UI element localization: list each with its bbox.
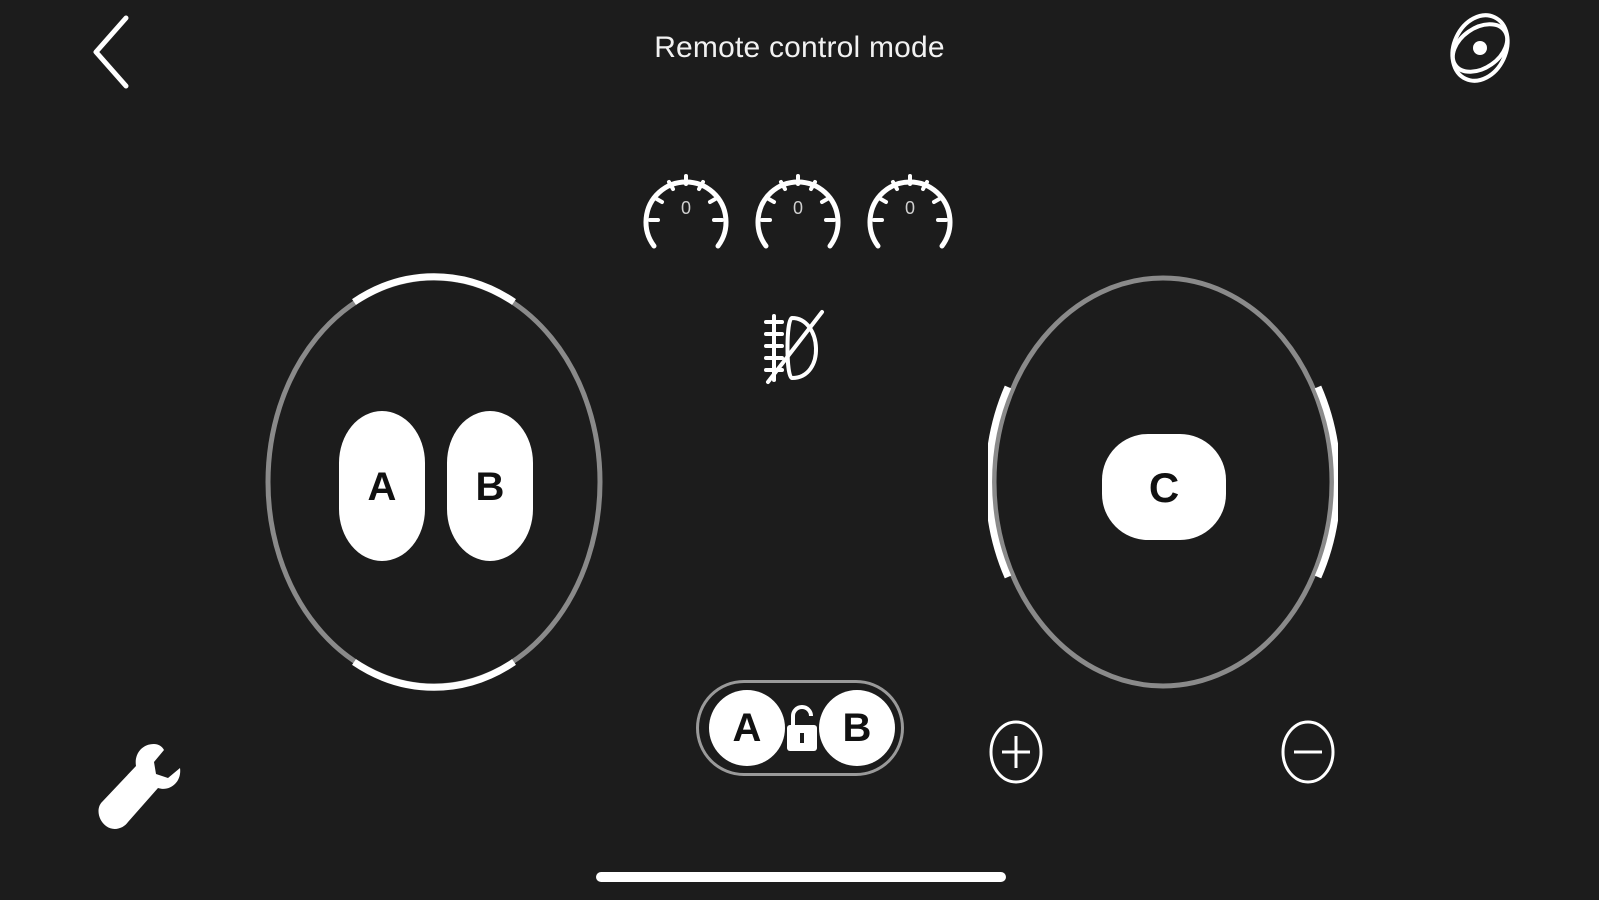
lock-label-a: A: [709, 690, 785, 766]
page-title: Remote control mode: [654, 31, 945, 64]
button-c[interactable]: C: [1102, 434, 1226, 540]
lock-label-b: B: [819, 690, 895, 766]
gauge-value: 0: [904, 198, 915, 218]
button-b[interactable]: B: [447, 411, 533, 561]
left-joystick-ring[interactable]: [262, 272, 606, 692]
ab-lock-toggle[interactable]: A B: [696, 680, 904, 776]
home-indicator[interactable]: [596, 872, 1006, 882]
increase-button[interactable]: [988, 718, 1044, 786]
gauge-row: 0 0 0: [636, 160, 966, 260]
gauge-2: 0: [748, 160, 848, 260]
minus-circle-icon: [1281, 720, 1335, 784]
button-a[interactable]: A: [339, 411, 425, 561]
joystick-ring-left: [265, 273, 603, 691]
gauge-3: 0: [860, 160, 960, 260]
back-button[interactable]: [82, 6, 144, 96]
unlock-icon: [787, 705, 817, 751]
gauge-value: 0: [680, 198, 691, 218]
fog-light-button[interactable]: [762, 308, 834, 388]
plus-circle-icon: [989, 720, 1043, 784]
gauge-1: 0: [636, 160, 736, 260]
orbit-button[interactable]: [1440, 6, 1520, 90]
fog-light-off-icon: [764, 310, 824, 384]
gauge-value: 0: [792, 198, 803, 218]
wrench-icon: [98, 744, 181, 829]
decrease-button[interactable]: [1280, 718, 1336, 786]
chevron-left-icon: [93, 15, 129, 89]
orbit-icon: [1450, 13, 1510, 83]
settings-button[interactable]: [92, 738, 184, 834]
